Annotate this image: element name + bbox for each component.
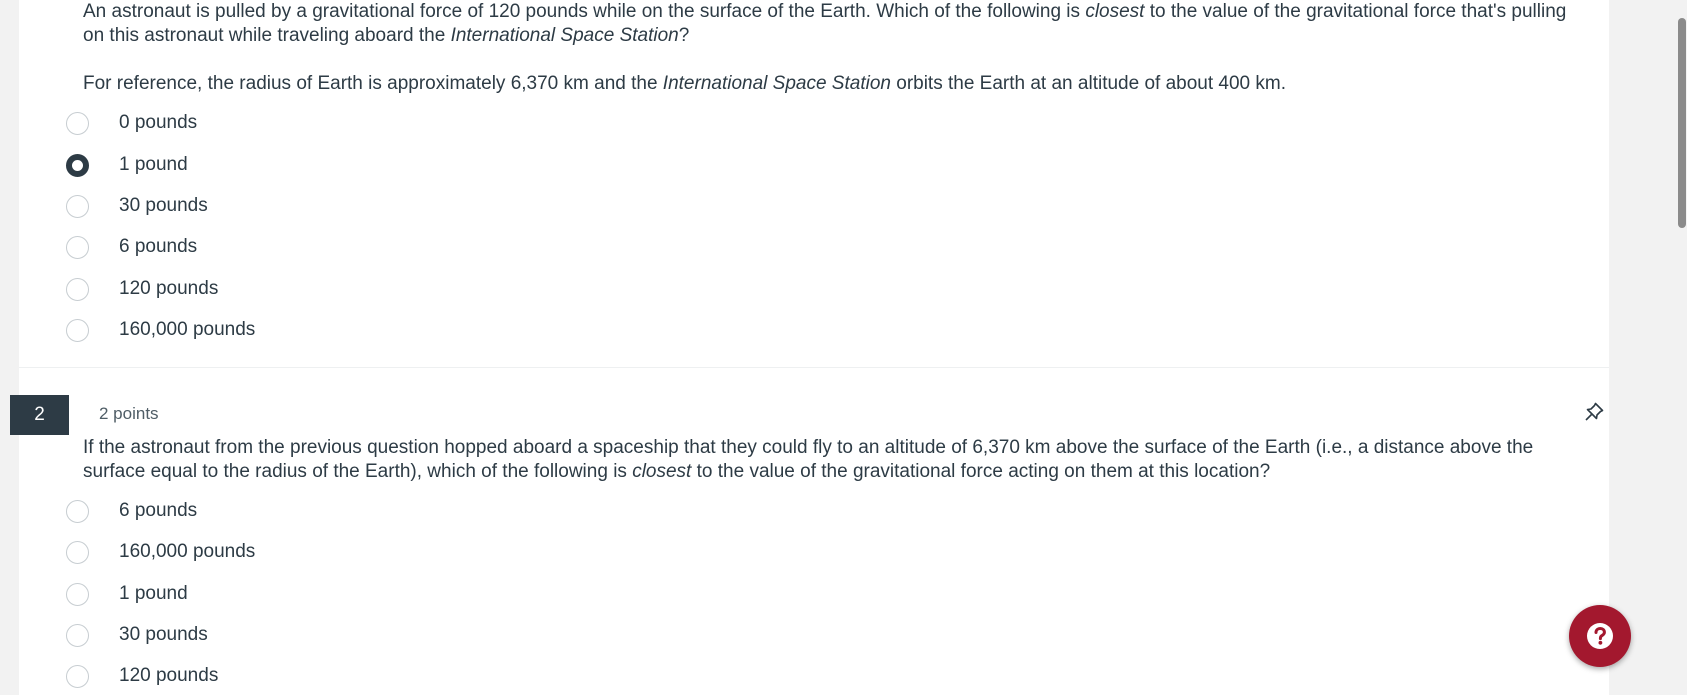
- question-1-option[interactable]: 120 pounds: [19, 274, 619, 304]
- radio-button[interactable]: [66, 499, 89, 523]
- option-label: 1 pound: [119, 583, 188, 604]
- option-label: 160,000 pounds: [119, 319, 256, 340]
- radio-button[interactable]: [66, 582, 89, 606]
- radio-button[interactable]: [66, 111, 89, 135]
- radio-button[interactable]: [66, 664, 89, 688]
- question-1-reference: For reference, the radius of Earth is ap…: [83, 72, 1583, 96]
- question-2-option[interactable]: 1 pound: [19, 579, 619, 609]
- question-2-text: If the astronaut from the previous quest…: [83, 436, 1583, 484]
- option-label: 30 pounds: [119, 195, 208, 216]
- question-1-text-part3: ?: [678, 25, 690, 46]
- question-1-option-selected[interactable]: 1 pound: [19, 150, 619, 180]
- reference-text-part1: For reference, the radius of Earth is ap…: [83, 73, 663, 94]
- question-mark-icon: [1587, 623, 1613, 649]
- option-label: 6 pounds: [119, 500, 198, 521]
- radio-button[interactable]: [66, 540, 89, 564]
- reference-text-part2: orbits the Earth at an altitude of about…: [890, 73, 1286, 94]
- scrollbar[interactable]: [1676, 0, 1687, 695]
- question-1-option[interactable]: 160,000 pounds: [19, 315, 619, 345]
- option-label: 120 pounds: [119, 665, 219, 686]
- option-label: 1 pound: [119, 154, 188, 175]
- question-1-text: An astronaut is pulled by a gravitationa…: [83, 0, 1583, 48]
- option-label: 6 pounds: [119, 236, 198, 257]
- scrollbar-thumb[interactable]: [1678, 18, 1686, 228]
- option-label: 160,000 pounds: [119, 541, 256, 562]
- quiz-page: An astronaut is pulled by a gravitationa…: [19, 0, 1609, 695]
- question-2-option[interactable]: 30 pounds: [19, 620, 619, 650]
- question-2-number: 2: [10, 395, 69, 435]
- pin-icon[interactable]: [1582, 400, 1606, 424]
- question-2-option[interactable]: 120 pounds: [19, 661, 619, 691]
- question-2-option[interactable]: 160,000 pounds: [19, 537, 619, 567]
- question-2-points: 2 points: [99, 404, 159, 423]
- question-2-option[interactable]: 6 pounds: [19, 496, 619, 526]
- radio-button[interactable]: [66, 194, 89, 218]
- help-button[interactable]: [1569, 605, 1631, 667]
- question-1-option[interactable]: 30 pounds: [19, 191, 619, 221]
- question-1-emphasis-iss: International Space Station: [450, 25, 679, 46]
- reference-emphasis-iss: International Space Station: [662, 73, 891, 94]
- option-label: 0 pounds: [119, 112, 198, 133]
- radio-button[interactable]: [66, 235, 89, 259]
- question-1-option[interactable]: 6 pounds: [19, 232, 619, 262]
- question-1-option[interactable]: 0 pounds: [19, 108, 619, 138]
- question-2-text-part2: to the value of the gravitational force …: [691, 461, 1271, 482]
- radio-button[interactable]: [66, 318, 89, 342]
- question-divider: [19, 367, 1609, 368]
- option-label: 30 pounds: [119, 624, 208, 645]
- question-1-emphasis-closest: closest: [1085, 1, 1145, 22]
- radio-button-checked[interactable]: [66, 153, 89, 177]
- option-label: 120 pounds: [119, 278, 219, 299]
- question-2-emphasis-closest: closest: [632, 461, 692, 482]
- radio-button[interactable]: [66, 277, 89, 301]
- question-1-text-part1: An astronaut is pulled by a gravitationa…: [83, 1, 1086, 22]
- radio-button[interactable]: [66, 623, 89, 647]
